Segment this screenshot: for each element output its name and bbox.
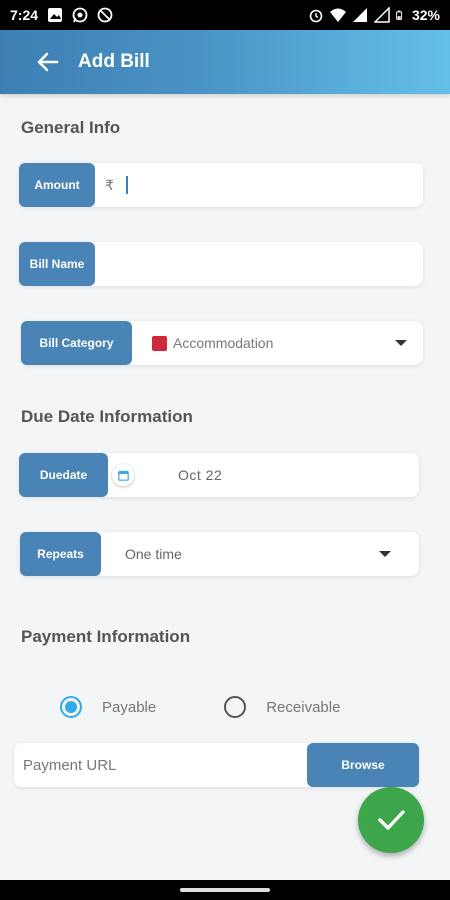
wifi-icon	[329, 8, 346, 22]
bill-name-field[interactable]: Bill Name	[19, 242, 423, 286]
duedate-value: Oct 22	[178, 467, 223, 483]
status-time: 7:24	[10, 7, 39, 23]
radio-payable-label: Payable	[102, 698, 157, 716]
system-nav-bar	[0, 880, 450, 900]
chevron-down-icon[interactable]	[379, 551, 391, 557]
duedate-input[interactable]: Oct 22	[108, 453, 419, 497]
radio-payable[interactable]: Payable	[60, 696, 156, 718]
signal-icon-2	[373, 7, 390, 23]
battery-icon	[396, 10, 403, 20]
home-gesture-handle[interactable]	[180, 888, 270, 892]
payment-url-input[interactable]	[14, 743, 307, 787]
bill-category-label: Bill Category	[21, 321, 132, 365]
radio-unchecked-icon	[224, 696, 247, 718]
repeats-field[interactable]: Repeats One time	[20, 532, 419, 576]
app-bar: Add Bill	[0, 30, 450, 94]
bill-name-input[interactable]	[95, 242, 423, 286]
radio-receivable[interactable]: Receivable	[224, 696, 340, 718]
section-general-info: General Info	[21, 118, 121, 137]
bill-category-field[interactable]: Bill Category Accommodation	[21, 321, 423, 365]
save-fab-button[interactable]	[358, 787, 424, 853]
payment-type-radio-group: Payable Receivable	[60, 696, 340, 718]
duedate-label: Duedate	[19, 453, 108, 497]
chevron-down-icon[interactable]	[395, 340, 407, 346]
image-icon	[48, 8, 63, 22]
amount-label: Amount	[19, 163, 95, 207]
payment-url-field[interactable]: Browse	[14, 743, 419, 787]
dnd-icon	[97, 7, 113, 23]
whatsapp-icon	[72, 7, 88, 23]
section-due-date: Due Date Information	[21, 407, 193, 426]
calendar-icon[interactable]	[112, 464, 134, 486]
arrow-left-icon	[37, 52, 59, 72]
browse-button[interactable]: Browse	[307, 743, 419, 787]
checkmark-icon	[378, 810, 405, 830]
radio-checked-icon	[60, 696, 82, 718]
currency-symbol: ₹	[105, 176, 114, 193]
bill-category-select[interactable]: Accommodation	[132, 321, 423, 365]
amount-field[interactable]: Amount ₹	[19, 163, 423, 207]
bill-name-label: Bill Name	[19, 242, 95, 286]
page-title: Add Bill	[78, 51, 150, 72]
status-bar: 7:24 32%	[0, 0, 450, 30]
battery-level: 32%	[411, 7, 440, 23]
section-payment-info: Payment Information	[21, 627, 191, 646]
repeats-label: Repeats	[20, 532, 101, 576]
category-value: Accommodation	[173, 335, 274, 351]
category-color-swatch	[152, 335, 167, 351]
amount-input[interactable]: ₹	[95, 163, 423, 207]
text-cursor	[125, 176, 128, 194]
back-button[interactable]	[24, 38, 72, 86]
alarm-icon	[309, 9, 323, 23]
radio-receivable-label: Receivable	[266, 698, 341, 716]
duedate-field[interactable]: Duedate Oct 22	[19, 453, 419, 497]
repeats-value: One time	[125, 546, 182, 562]
repeats-select[interactable]: One time	[101, 532, 419, 576]
signal-icon	[352, 8, 367, 22]
